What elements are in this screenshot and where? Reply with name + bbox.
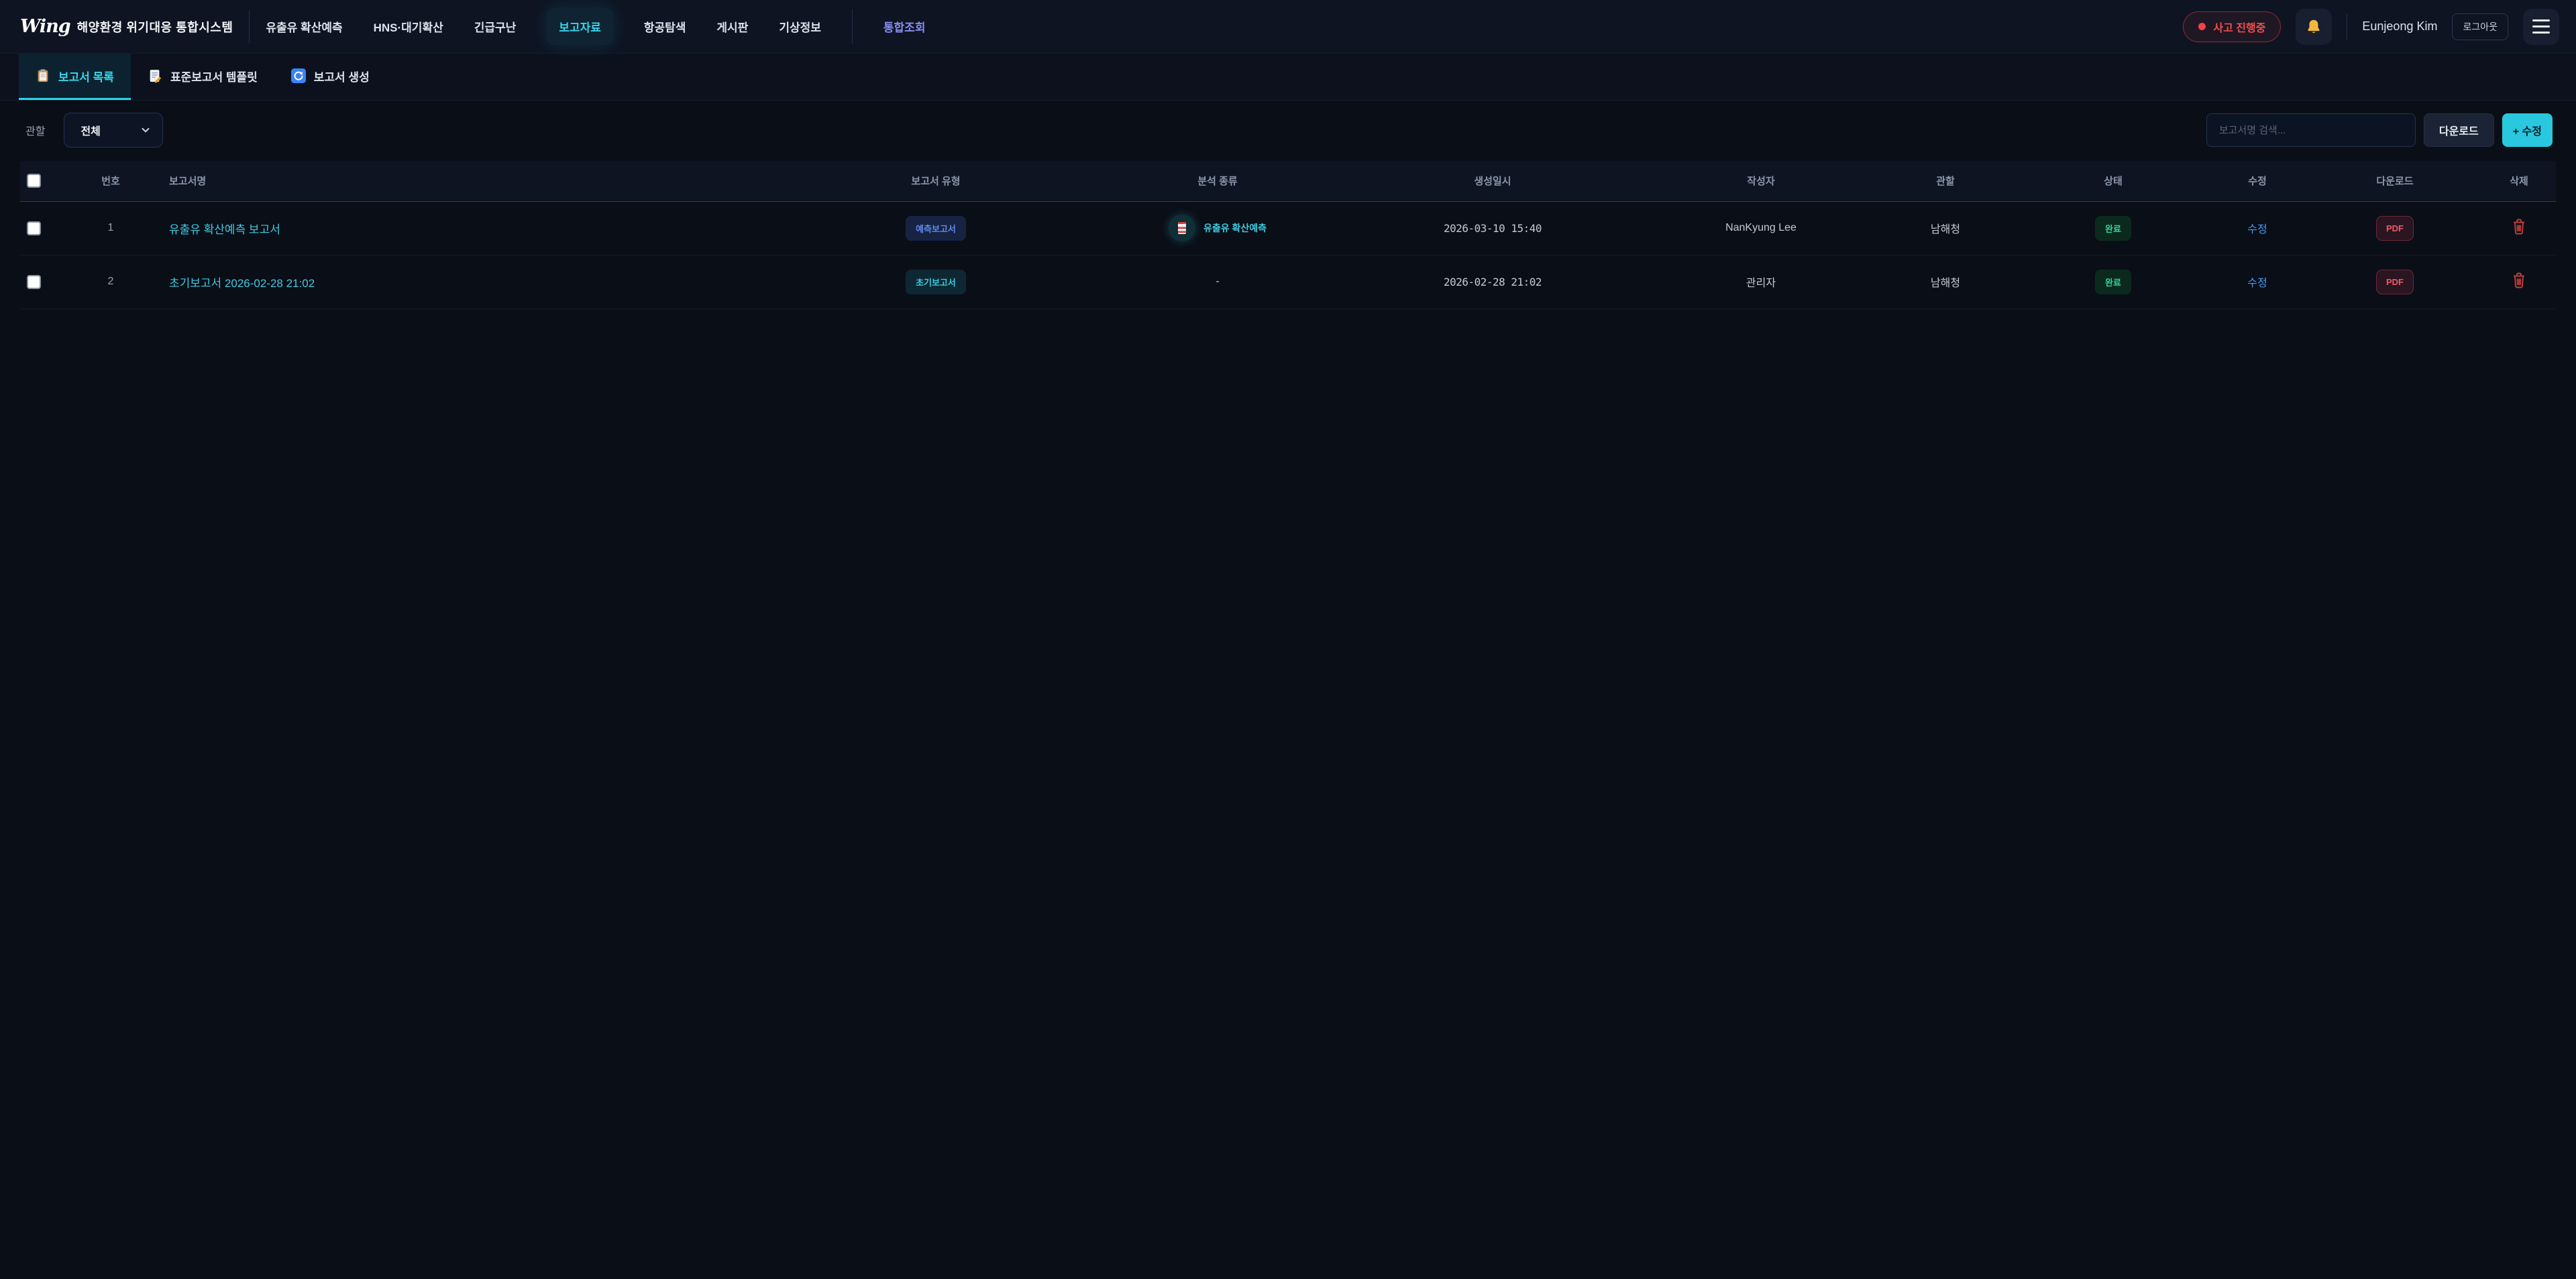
created-at: 2026-02-28 21:02 [1335, 255, 1650, 309]
tab-label: 보고서 생성 [314, 68, 370, 85]
tab-label: 표준보고서 템플릿 [170, 68, 258, 85]
column-header-delete: 삭제 [2482, 161, 2556, 201]
main-nav: 유출유 확산예측 HNS·대기확산 긴급구난 보고자료 항공탐색 게시판 기상정… [266, 8, 925, 45]
delete-button[interactable] [2511, 218, 2527, 235]
edit-link[interactable]: 수정 [2247, 278, 2267, 289]
filter-toolbar: 관할 전체 다운로드 + 수정 [25, 113, 2553, 148]
author: NanKyung Lee [1650, 201, 1872, 255]
toolbar-right-cluster: 다운로드 + 수정 [2206, 113, 2553, 147]
jurisdiction: 남해청 [1872, 255, 2019, 309]
tab-report-create[interactable]: 보고서 생성 [274, 54, 386, 100]
report-search-input[interactable] [2206, 113, 2416, 147]
pdf-download-button[interactable]: PDF [2376, 216, 2414, 241]
nav-item-weather-info[interactable]: 기상정보 [779, 18, 821, 35]
column-header-edit: 수정 [2207, 161, 2308, 201]
row-number: 2 [60, 255, 161, 309]
top-navigation-bar: Wing 해양환경 위기대응 통합시스템 유출유 확산예측 HNS·대기확산 긴… [0, 0, 2576, 54]
column-header-report-name: 보고서명 [161, 161, 771, 201]
incident-in-progress-badge[interactable]: 사고 진행중 [2183, 11, 2281, 42]
download-button[interactable]: 다운로드 [2424, 113, 2494, 147]
column-header-status: 상태 [2019, 161, 2207, 201]
incident-badge-label: 사고 진행중 [2213, 19, 2265, 35]
column-header-author: 작성자 [1650, 161, 1872, 201]
table-row: 2 초기보고서 2026-02-28 21:02 초기보고서 - 2026-02… [20, 255, 2556, 309]
status-badge: 완료 [2095, 216, 2131, 241]
tab-label: 보고서 목록 [58, 68, 114, 85]
menu-button[interactable] [2523, 9, 2559, 45]
jurisdiction-selected-value: 전체 [80, 122, 100, 138]
nav-item-reports[interactable]: 보고자료 [547, 8, 613, 45]
nav-item-hns-air-dispersion[interactable]: HNS·대기확산 [374, 18, 443, 35]
analysis-type: - [1100, 255, 1335, 309]
oil-drum-icon [1169, 215, 1195, 241]
column-header-jurisdiction: 관할 [1872, 161, 2019, 201]
nav-item-board[interactable]: 게시판 [716, 18, 748, 35]
analysis-type: 유출유 확산예측 [1169, 215, 1267, 241]
brand: Wing 해양환경 위기대응 통합시스템 [20, 16, 233, 37]
report-type-badge: 예측보고서 [906, 216, 966, 241]
logout-button[interactable]: 로그아웃 [2452, 13, 2508, 40]
tab-report-list[interactable]: 보고서 목록 [19, 54, 131, 100]
app-title: 해양환경 위기대응 통합시스템 [77, 18, 233, 36]
hamburger-icon [2532, 19, 2550, 34]
column-header-created-at: 생성일시 [1335, 161, 1650, 201]
nav-item-aerial-search[interactable]: 항공탐색 [644, 18, 686, 35]
chevron-down-icon [140, 124, 152, 136]
nav-item-emergency-rescue[interactable]: 긴급구난 [474, 18, 517, 35]
column-header-analysis-type: 분석 종류 [1100, 161, 1335, 201]
status-badge: 완료 [2095, 270, 2131, 294]
column-header-download: 다운로드 [2308, 161, 2482, 201]
notification-button[interactable] [2296, 9, 2332, 45]
user-name: Eunjeong Kim [2362, 19, 2437, 34]
wing-logo: Wing [20, 16, 70, 37]
add-edit-button[interactable]: + 수정 [2502, 113, 2553, 147]
nav-item-oil-spill-prediction[interactable]: 유출유 확산예측 [266, 18, 342, 35]
author: 관리자 [1650, 255, 1872, 309]
nav-divider [852, 9, 853, 44]
nav-item-integrated-search[interactable]: 통합조회 [883, 18, 926, 35]
clipboard-icon [36, 68, 50, 83]
brand-divider [249, 10, 250, 44]
column-header-no: 번호 [60, 161, 161, 201]
bell-icon [2305, 18, 2322, 36]
select-all-checkbox[interactable] [27, 174, 41, 188]
pdf-download-button[interactable]: PDF [2376, 270, 2414, 294]
row-checkbox[interactable] [27, 275, 41, 289]
jurisdiction-select[interactable]: 전체 [64, 113, 163, 148]
edit-link[interactable]: 수정 [2247, 224, 2267, 235]
created-at: 2026-03-10 15:40 [1335, 201, 1650, 255]
jurisdiction: 남해청 [1872, 201, 2019, 255]
report-name-link[interactable]: 초기보고서 2026-02-28 21:02 [169, 277, 315, 290]
jurisdiction-filter-label: 관할 [25, 122, 45, 138]
report-tabs: 보고서 목록 표준보고서 템플릿 보고서 생성 [0, 54, 2576, 101]
row-checkbox[interactable] [27, 221, 41, 235]
topbar-right-cluster: 사고 진행중 Eunjeong Kim 로그아웃 [2183, 9, 2559, 45]
row-number: 1 [60, 201, 161, 255]
refresh-icon [291, 68, 306, 83]
report-table: 번호 보고서명 보고서 유형 분석 종류 생성일시 작성자 관할 상태 수정 다… [20, 161, 2556, 309]
analysis-type-label: 유출유 확산예측 [1203, 221, 1267, 235]
table-row: 1 유출유 확산예측 보고서 예측보고서 유출유 확산예측 20 [20, 201, 2556, 255]
table-header-row: 번호 보고서명 보고서 유형 분석 종류 생성일시 작성자 관할 상태 수정 다… [20, 161, 2556, 201]
tab-standard-report-template[interactable]: 표준보고서 템플릿 [131, 54, 274, 100]
delete-button[interactable] [2511, 272, 2527, 289]
memo-pencil-icon [148, 68, 162, 83]
column-header-report-type: 보고서 유형 [771, 161, 1100, 201]
report-name-link[interactable]: 유출유 확산예측 보고서 [169, 223, 280, 236]
report-type-badge: 초기보고서 [906, 270, 966, 294]
incident-dot-icon [2198, 23, 2206, 30]
